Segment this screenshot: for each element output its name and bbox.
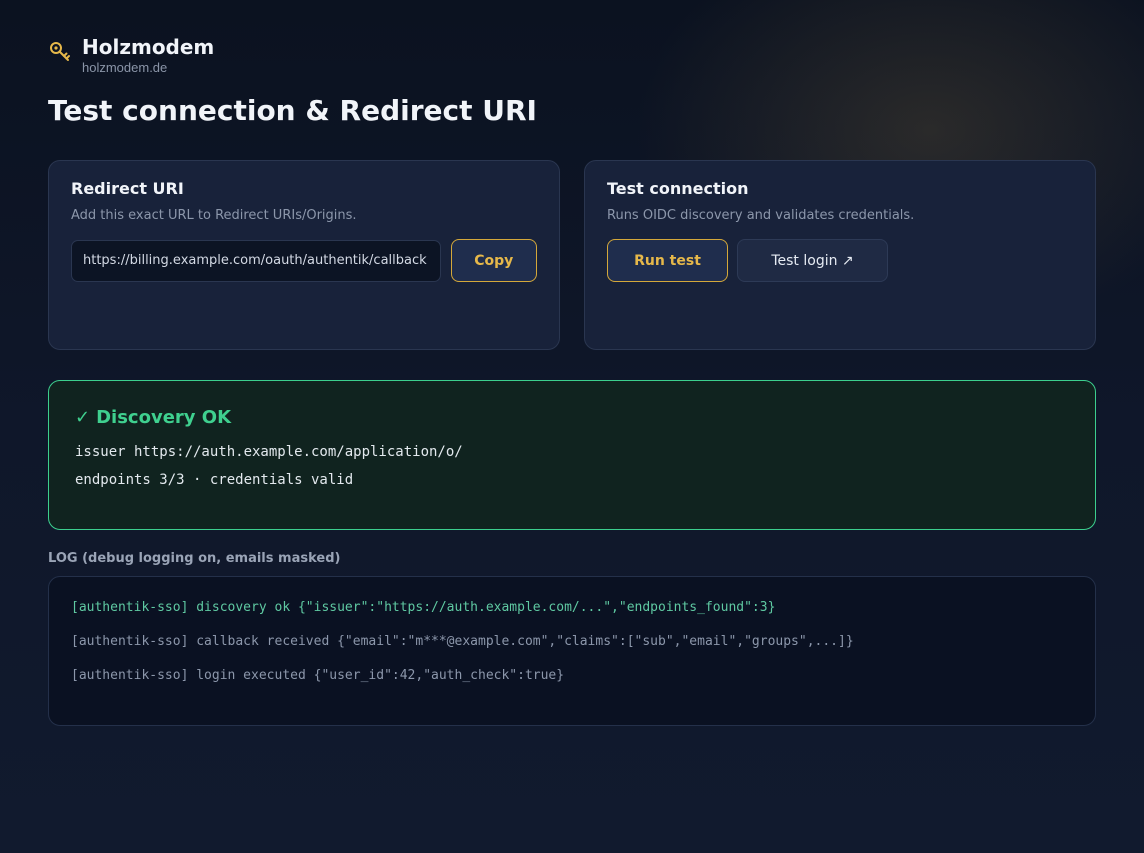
result-issuer-line: issuer https://auth.example.com/applicat… — [75, 444, 463, 460]
page-title: Test connection & Redirect URI — [48, 94, 537, 127]
redirect-uri-row: Copy — [71, 239, 537, 282]
log-entry: [authentik-sso] login executed {"user_id… — [71, 668, 565, 683]
key-icon — [48, 40, 72, 64]
log-label: LOG (debug logging on, emails masked) — [48, 551, 341, 566]
brand-header: Holzmodem holzmodem.de — [48, 36, 214, 75]
brand-text: Holzmodem holzmodem.de — [82, 36, 214, 75]
log-entry: [authentik-sso] callback received {"emai… — [71, 634, 854, 649]
log-panel: [authentik-sso] discovery ok {"issuer":"… — [48, 576, 1096, 726]
result-endpoints-line: endpoints 3/3 · credentials valid — [75, 472, 354, 488]
test-button-row: Run test Test login ↗ — [607, 239, 1073, 282]
log-entry: [authentik-sso] discovery ok {"issuer":"… — [71, 600, 776, 615]
test-connection-subtitle: Runs OIDC discovery and validates creden… — [607, 208, 915, 223]
test-login-button[interactable]: Test login ↗ — [737, 239, 888, 282]
result-heading: ✓ Discovery OK — [75, 407, 1069, 428]
test-connection-card: Test connection Runs OIDC discovery and … — [584, 160, 1096, 350]
brand-domain: holzmodem.de — [82, 60, 168, 75]
result-title: Discovery OK — [96, 407, 232, 428]
test-connection-title: Test connection — [607, 179, 749, 198]
redirect-uri-card: Redirect URI Add this exact URL to Redir… — [48, 160, 560, 350]
check-icon: ✓ — [75, 407, 91, 428]
run-test-button[interactable]: Run test — [607, 239, 728, 282]
redirect-uri-subtitle: Add this exact URL to Redirect URIs/Orig… — [71, 208, 357, 223]
brand-name: Holzmodem — [82, 35, 215, 59]
redirect-uri-title: Redirect URI — [71, 179, 184, 198]
discovery-result-panel: ✓ Discovery OK issuer https://auth.examp… — [48, 380, 1096, 530]
redirect-uri-input[interactable] — [71, 239, 441, 282]
copy-button[interactable]: Copy — [450, 239, 537, 282]
